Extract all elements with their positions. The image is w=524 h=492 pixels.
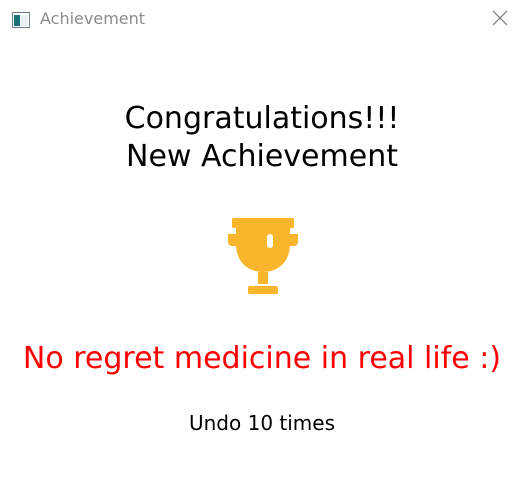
window-app-icon bbox=[12, 12, 30, 28]
new-achievement-heading: New Achievement bbox=[126, 139, 398, 174]
window-title: Achievement bbox=[40, 9, 146, 28]
title-bar: Achievement bbox=[0, 0, 524, 40]
close-icon bbox=[492, 10, 508, 30]
achievement-detail: Undo 10 times bbox=[188, 411, 335, 435]
achievement-slogan: No regret medicine in real life :) bbox=[22, 341, 502, 376]
close-button[interactable] bbox=[486, 6, 514, 34]
congratulations-heading: Congratulations!!! bbox=[124, 101, 400, 136]
trophy-icon bbox=[220, 216, 306, 300]
